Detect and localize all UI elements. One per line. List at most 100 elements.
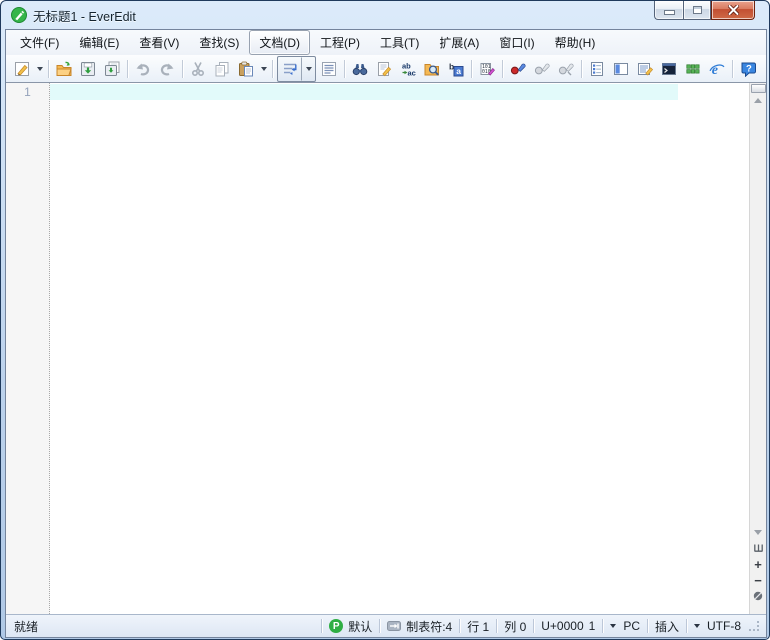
run-macro-multi-icon (558, 63, 574, 75)
toolbar-separator (272, 59, 273, 78)
save-all-button[interactable] (100, 57, 124, 81)
window-title: 无标题1 - EverEdit (33, 9, 136, 24)
text-content[interactable] (50, 83, 749, 614)
status-separator (602, 619, 604, 633)
paste-icon (239, 61, 253, 76)
record-macro-icon (510, 63, 526, 74)
color-blocks-icon (686, 63, 700, 73)
line-ending-panel[interactable]: PC (610, 619, 640, 633)
toolbar-separator (732, 59, 733, 78)
toolbar-separator (502, 59, 503, 78)
replace-button[interactable] (372, 57, 396, 81)
status-separator (496, 619, 498, 633)
line-panel[interactable]: 行 1 (467, 618, 489, 635)
syntax-mode-label: 默认 (348, 619, 373, 634)
column-panel[interactable]: 列 0 (504, 618, 526, 635)
column-edit-button[interactable] (633, 57, 657, 81)
line-breaks-icon (322, 61, 336, 76)
menu-item-view[interactable]: 查看(V) (129, 30, 189, 55)
word-wrap-dropdown[interactable] (302, 58, 315, 80)
split-view-handle[interactable] (750, 84, 766, 93)
status-separator (379, 619, 381, 633)
tab-width-panel[interactable]: 制表符:4 (387, 618, 452, 635)
save-file-button[interactable] (76, 57, 100, 81)
new-file-dropdown[interactable] (34, 58, 45, 80)
help-icon: ? (741, 62, 756, 77)
terminal-button[interactable] (657, 57, 681, 81)
title-bar[interactable]: 无标题1 - EverEdit (1, 1, 769, 29)
menu-item-window[interactable]: 窗口(I) (489, 30, 544, 55)
terminal-icon (662, 62, 676, 75)
close-button[interactable] (711, 1, 755, 20)
color-blocks-button[interactable] (681, 57, 705, 81)
insert-mode-label: 插入 (654, 619, 679, 634)
side-panel-icon (614, 62, 628, 75)
help-button[interactable]: ? (736, 57, 760, 81)
menu-item-help[interactable]: 帮助(H) (545, 30, 606, 55)
document-outline-button[interactable] (585, 57, 609, 81)
find-in-files-button[interactable] (420, 57, 444, 81)
cut-button (186, 57, 210, 81)
find-button[interactable] (348, 57, 372, 81)
line-number: 1 (24, 85, 31, 99)
record-macro-button[interactable] (506, 57, 530, 81)
status-bar: 就绪 P 默认 制表符:4 行 1 列 0 U+0000 1 PC 插入 UTF… (6, 614, 766, 637)
side-panel-button[interactable] (609, 57, 633, 81)
svg-text:a: a (456, 66, 461, 76)
client-area: 文件(F) 编辑(E) 查看(V) 查找(S) 文档(D) 工程(P) 工具(T… (5, 29, 767, 638)
tab-icon (387, 621, 402, 631)
replace-icon (378, 61, 392, 76)
save-all-icon (105, 61, 120, 76)
new-file-button[interactable] (10, 57, 34, 81)
zoom-in-button[interactable]: + (751, 556, 766, 572)
scroll-down-button[interactable] (751, 525, 766, 540)
outline-tree-icon (591, 61, 603, 76)
toolbar-separator (581, 59, 582, 78)
undo-icon (136, 63, 150, 75)
toolbar-separator (182, 59, 183, 78)
status-separator (646, 619, 648, 633)
unicode-panel: U+0000 1 (541, 619, 595, 633)
menu-item-search[interactable]: 查找(S) (189, 30, 249, 55)
document-map-button[interactable] (751, 540, 766, 556)
highlight-word-icon: b a (449, 61, 464, 76)
menu-item-document[interactable]: 文档(D) (249, 30, 310, 55)
toolbar-separator (344, 59, 345, 78)
word-wrap-button[interactable] (278, 56, 302, 81)
status-ready: 就绪 (14, 619, 39, 634)
syntax-mode-panel[interactable]: P 默认 (329, 618, 372, 635)
restore-button[interactable] (683, 1, 711, 20)
save-icon (81, 61, 95, 76)
menu-item-tools[interactable]: 工具(T) (370, 30, 429, 55)
menu-bar: 文件(F) 编辑(E) 查看(V) 查找(S) 文档(D) 工程(P) 工具(T… (6, 30, 766, 55)
resize-grip[interactable] (749, 620, 760, 632)
minimize-button[interactable] (654, 1, 683, 20)
zoom-out-button[interactable]: − (751, 572, 766, 588)
menu-item-project[interactable]: 工程(P) (310, 30, 370, 55)
chevron-down-icon (694, 624, 700, 628)
browser-preview-button[interactable]: e (705, 57, 729, 81)
open-file-button[interactable] (52, 57, 76, 81)
paste-button[interactable] (234, 57, 258, 81)
find-in-files-icon (424, 63, 439, 75)
hex-edit-icon: 101 010 (480, 62, 495, 76)
encoding-panel[interactable]: UTF-8 (694, 619, 741, 633)
arrow-up-icon (754, 98, 762, 103)
chevron-down-icon (36, 66, 43, 71)
replace-next-button[interactable]: ab ac (396, 57, 420, 81)
status-separator (533, 619, 535, 633)
menu-item-extensions[interactable]: 扩展(A) (429, 30, 489, 55)
scroll-up-button[interactable] (751, 93, 766, 108)
show-line-breaks-button[interactable] (317, 57, 341, 81)
redo-icon (160, 63, 174, 75)
hex-edit-button[interactable]: 101 010 (475, 57, 499, 81)
menu-item-file[interactable]: 文件(F) (10, 30, 69, 55)
highlight-word-button[interactable]: b a (444, 57, 468, 81)
zoom-reset-button[interactable] (751, 588, 766, 604)
menu-item-edit[interactable]: 编辑(E) (69, 30, 129, 55)
insert-mode-panel[interactable]: 插入 (655, 618, 679, 635)
word-wrap-group (277, 55, 316, 82)
vertical-scrollbar[interactable]: + − (749, 83, 766, 614)
paste-dropdown[interactable] (258, 58, 269, 80)
everedit-window: 无标题1 - EverEdit 文件(F) 编辑(E) 查看(V) 查找(S) … (0, 0, 770, 640)
